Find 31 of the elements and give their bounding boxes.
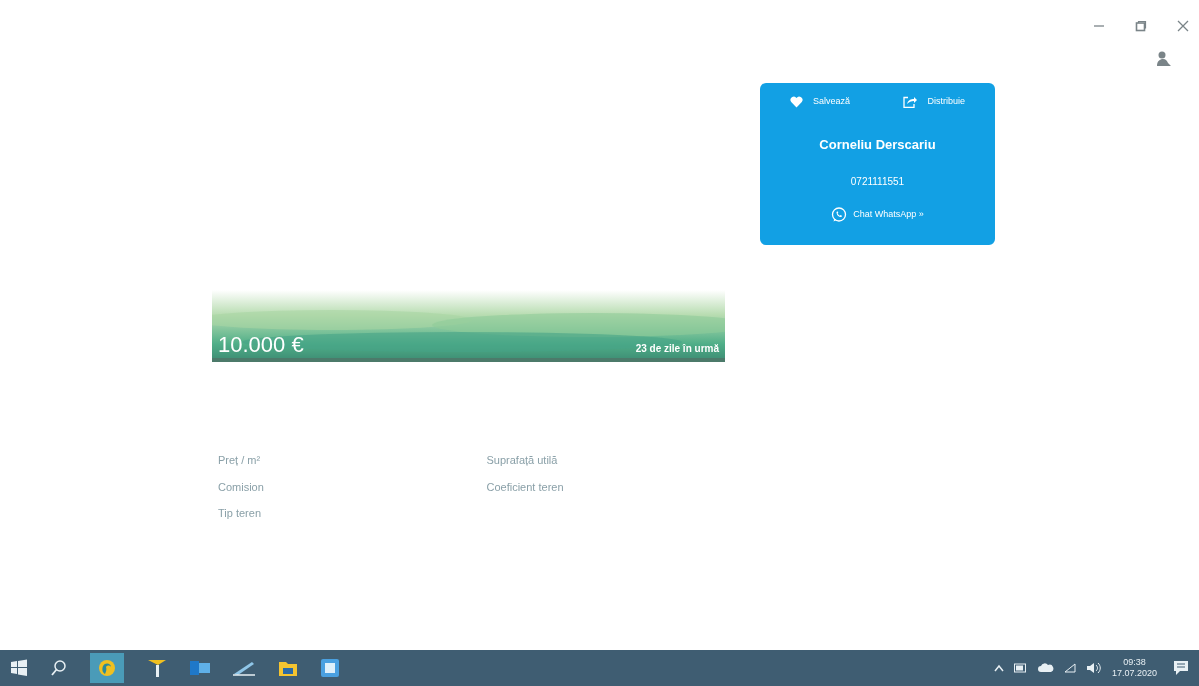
share-button[interactable]: Distribuie <box>903 95 965 109</box>
start-icon[interactable] <box>10 659 28 677</box>
restore-icon[interactable] <box>1135 20 1147 32</box>
cloud-icon[interactable] <box>1037 663 1054 673</box>
search-icon[interactable] <box>50 659 68 677</box>
listing-age: 23 de zile în urmă <box>635 342 719 356</box>
chevron-up-icon[interactable] <box>993 664 1004 672</box>
detail-label: Suprafață utilă <box>486 453 559 468</box>
notification-icon[interactable] <box>1173 660 1189 676</box>
heart-icon <box>790 95 803 108</box>
detail-label: Preț / m² <box>218 453 262 468</box>
clock-date[interactable]: 17.07.2020 <box>1111 668 1157 680</box>
share-icon <box>903 95 918 108</box>
detail-label: Coeficient teren <box>486 479 565 495</box>
contact-name: Corneliu Derscariu <box>819 135 936 154</box>
save-button[interactable]: Salvează <box>790 95 851 109</box>
detail-label: Tip teren <box>218 506 262 521</box>
clock-time[interactable]: 09:38 <box>1123 656 1146 668</box>
mail-app-icon[interactable] <box>190 660 210 676</box>
price: 10.000 € <box>218 334 304 356</box>
calendar-app-icon[interactable] <box>320 658 340 678</box>
folder-icon[interactable] <box>278 659 298 677</box>
volume-icon[interactable] <box>1085 662 1102 674</box>
tray-app-icon[interactable] <box>146 658 168 678</box>
person-icon[interactable] <box>1155 50 1173 68</box>
whatsapp-chat-link[interactable]: Chat WhatsApp » <box>831 207 924 223</box>
chat-bubble-icon <box>831 207 848 223</box>
battery-icon[interactable] <box>1013 663 1028 673</box>
close-icon[interactable] <box>1177 20 1189 32</box>
detail-label: Comision <box>218 479 265 495</box>
phone-number: 0721111551 <box>850 175 905 189</box>
